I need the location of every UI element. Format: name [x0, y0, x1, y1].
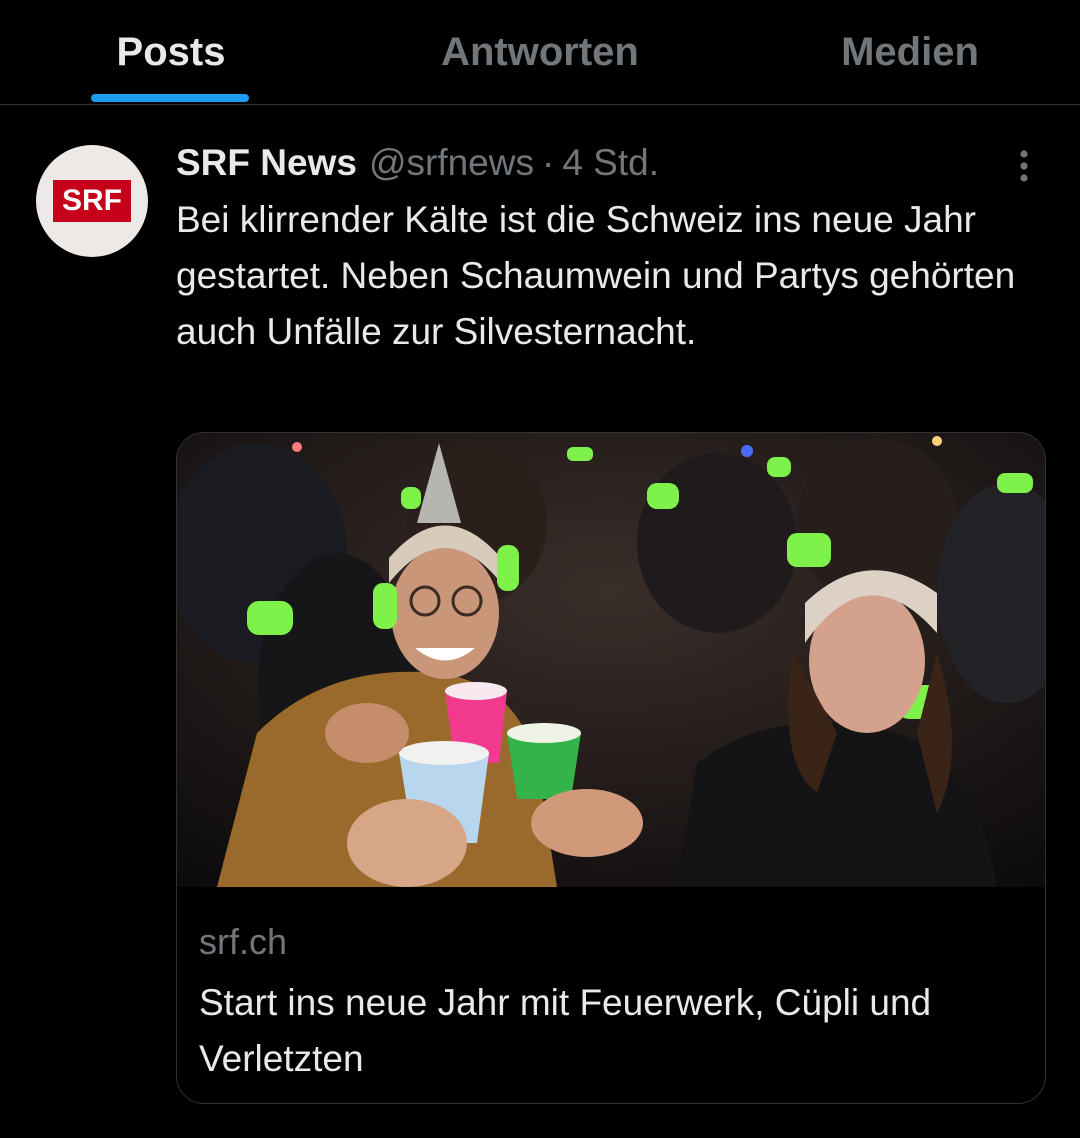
post-timestamp[interactable]: 4 Std.: [562, 142, 659, 184]
author-handle[interactable]: @srfnews: [369, 142, 534, 184]
author-name[interactable]: SRF News: [176, 142, 357, 184]
more-vertical-icon[interactable]: [1004, 146, 1044, 186]
tab-antworten[interactable]: Antworten: [400, 0, 680, 104]
profile-tabs: Posts Antworten Medien: [0, 0, 1080, 105]
active-tab-indicator: [91, 94, 249, 102]
tab-medien[interactable]: Medien: [800, 0, 1020, 104]
tab-posts[interactable]: Posts: [60, 0, 282, 104]
card-title[interactable]: Start ins neue Jahr mit Feuerwerk, Cüpli…: [199, 975, 1019, 1087]
link-card[interactable]: srf.ch Start ins neue Jahr mit Feuerwerk…: [176, 432, 1046, 1104]
post-header: SRF News @srfnews · 4 Std.: [176, 138, 659, 188]
post-text: Bei klirrender Kälte ist die Schweiz ins…: [176, 199, 1016, 352]
avatar[interactable]: SRF: [36, 145, 148, 257]
card-domain: srf.ch: [199, 921, 288, 962]
card-image[interactable]: [177, 433, 1045, 887]
separator-dot: ·: [541, 142, 555, 183]
srf-logo: SRF: [53, 180, 131, 222]
